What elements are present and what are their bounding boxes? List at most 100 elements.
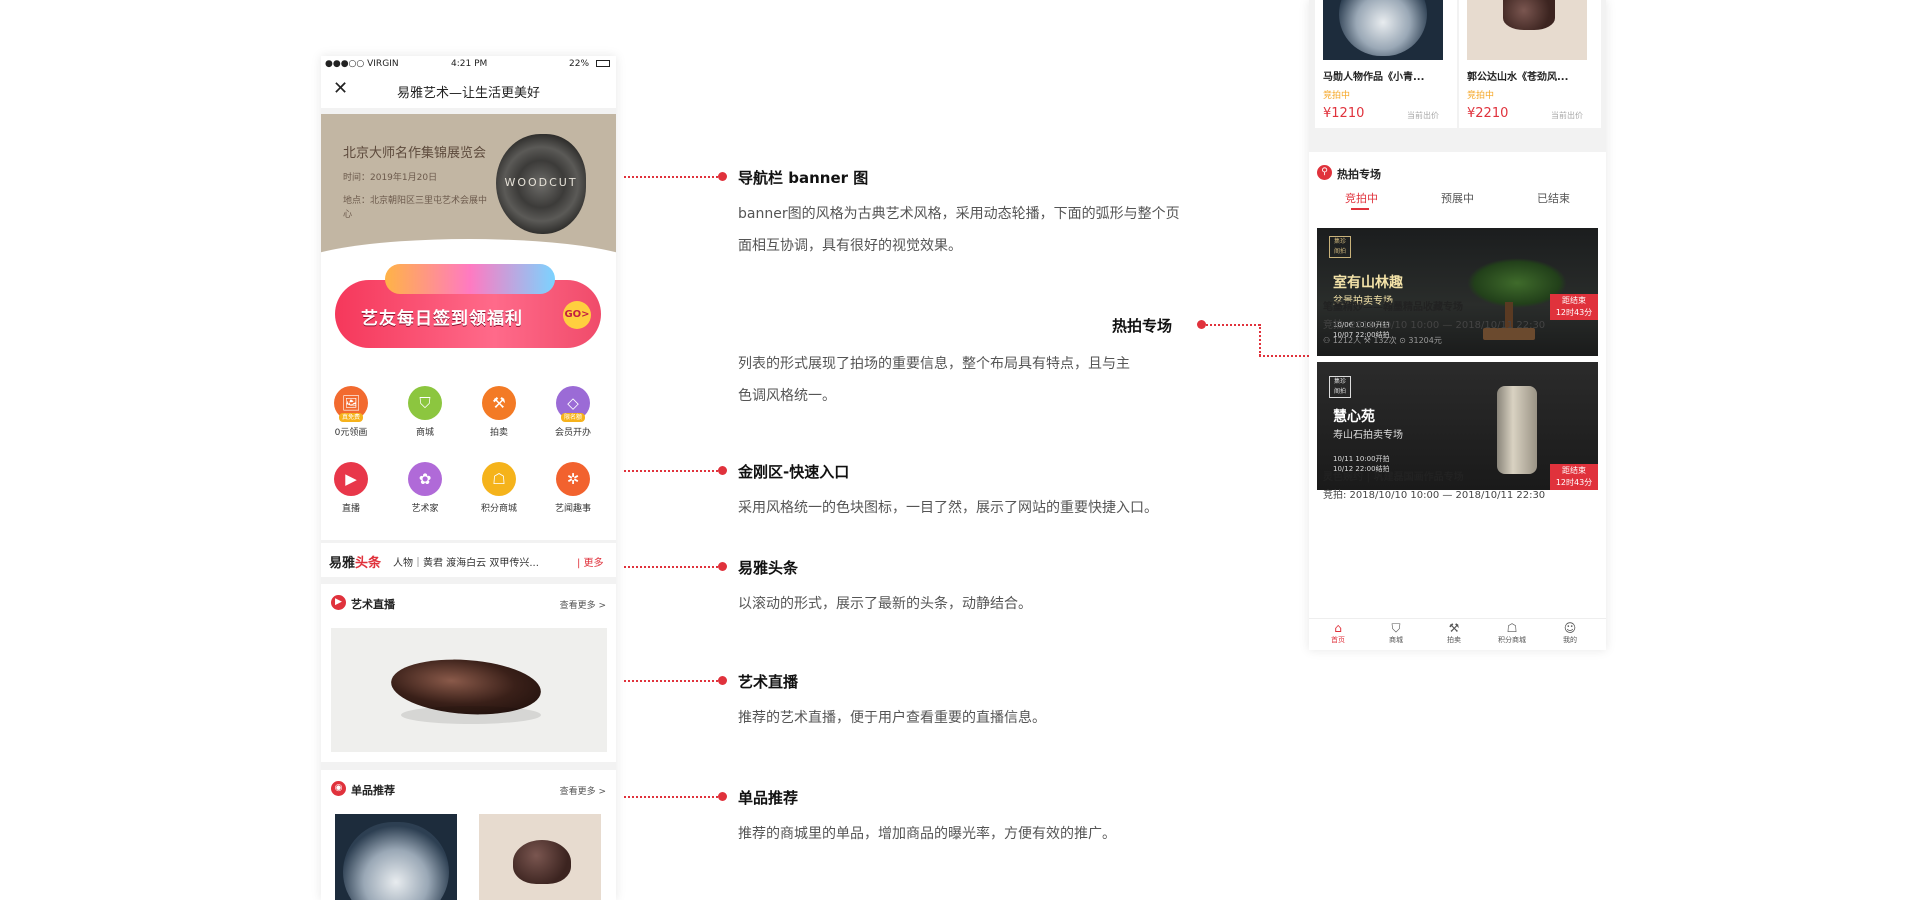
tabbar-item-1[interactable]: ⌂ 首页 bbox=[1313, 621, 1363, 645]
connector-hot-a bbox=[1206, 324, 1260, 326]
product-2-name: 郭公达山水《苍劲风... bbox=[1467, 72, 1569, 83]
quick-entry-2[interactable]: ⛉ 商城 bbox=[395, 386, 455, 438]
hot-auction-title: 热拍专场 bbox=[1337, 168, 1381, 181]
tv-icon: ▶ bbox=[334, 462, 368, 496]
product-1-note: 当前出价 bbox=[1407, 111, 1439, 120]
gift-icon: 🖼 真免费 bbox=[334, 386, 368, 422]
auction-1-time: 竞拍: 2018/10/10 10:00 — 2018/10/11 22:30 bbox=[1323, 320, 1546, 331]
promo-decoration bbox=[385, 264, 555, 294]
entry-label: 商城 bbox=[415, 428, 434, 438]
art-live-section: ▶ 艺术直播 查看更多 > bbox=[321, 584, 616, 762]
annotation-live-desc: 推荐的艺术直播，便于用户查看重要的直播信息。 bbox=[738, 710, 1046, 726]
battery-label: 22% bbox=[569, 59, 590, 69]
entry-label: 艺术家 bbox=[411, 504, 439, 514]
auction-1-title[interactable]: 笔墨精妙——翰墨精品收藏专场 bbox=[1323, 298, 1463, 313]
tab-active-underline bbox=[1351, 208, 1369, 210]
auction-logo-badge-2: 集珍 阁拍 bbox=[1329, 376, 1351, 398]
tabbar-label: 拍卖 bbox=[1447, 636, 1461, 644]
annotation-hot-desc-1: 列表的形式展现了拍场的重要信息，整个布局具有特点，且与主 bbox=[738, 356, 1130, 372]
entry-label: 0元领画 bbox=[334, 428, 368, 438]
annotation-headline-title: 易雅头条 bbox=[738, 559, 799, 577]
woodcut-overlay-text: WOODCUT bbox=[504, 176, 578, 189]
hero-banner[interactable]: 北京大师名作集锦展览会 时间：2019年1月20日 地点：北京朝阳区三里屯艺术会… bbox=[321, 114, 616, 254]
entry-badge: 真免费 bbox=[339, 413, 363, 422]
quick-entry-3[interactable]: ⚒ 拍卖 bbox=[469, 386, 529, 438]
gavel-icon: ⚒ bbox=[482, 386, 516, 420]
page-title: 易雅艺术—让生活更美好 bbox=[396, 86, 540, 101]
bag-icon: ⛉ bbox=[1391, 621, 1401, 635]
headline-more-link[interactable]: | 更多 bbox=[577, 554, 604, 569]
quick-entry-6[interactable]: ✿ 艺术家 bbox=[395, 462, 455, 514]
auction-1-img-title: 室有山林趣 bbox=[1333, 275, 1403, 291]
quick-entry-8[interactable]: ✲ 艺闻趣事 bbox=[543, 462, 603, 514]
nav-bar: ✕ 易雅艺术—让生活更美好 bbox=[321, 72, 616, 108]
tab-preview[interactable]: 预展中 bbox=[1441, 190, 1474, 206]
single-section-title: 单品推荐 bbox=[351, 784, 395, 797]
annotation-banner-desc-2: 面相互协调，具有很好的视觉效果。 bbox=[738, 238, 962, 254]
product-2-image bbox=[1467, 0, 1587, 60]
auction-2-img-sub: 寿山石拍卖专场 bbox=[1333, 430, 1403, 441]
promo-go-button[interactable]: GO> bbox=[563, 301, 591, 329]
product-row: 马勋人物作品《小青... 竞拍中 ¥1210 当前出价 郭公达山水《苍劲风...… bbox=[1309, 0, 1606, 134]
quick-entry-5[interactable]: ▶ 直播 bbox=[321, 462, 381, 514]
annotation-hot-desc-2: 色调风格统一。 bbox=[738, 388, 836, 404]
entry-label: 会员开办 bbox=[554, 428, 591, 438]
woodcut-image: WOODCUT bbox=[496, 134, 586, 234]
gavel-icon: ⚒ bbox=[1448, 621, 1460, 635]
banner-title: 北京大师名作集锦展览会 bbox=[343, 146, 487, 161]
stone-image bbox=[513, 840, 571, 884]
phone-home-screen: ●●●○○ VIRGIN 4:21 PM 22% ✕ 易雅艺术—让生活更美好 北… bbox=[321, 56, 616, 900]
bracelet-shadow bbox=[401, 706, 541, 724]
live-section-title: 艺术直播 bbox=[351, 598, 395, 611]
shoushan-stone-image bbox=[1497, 386, 1537, 474]
auction-2-title[interactable]: 灵色婉约 | 巩建磊国画作品专场 bbox=[1323, 468, 1464, 483]
headline-text[interactable]: 人物｜黄君 渡海白云 双甲传兴... bbox=[393, 554, 539, 569]
entry-label: 积分商城 bbox=[480, 504, 517, 514]
annotation-banner-desc-1: banner图的风格为古典艺术风格，采用动态轮播，下面的弧形与整个页 bbox=[738, 206, 1180, 222]
product-2-note: 当前出价 bbox=[1551, 111, 1583, 120]
connector-quick bbox=[624, 470, 718, 472]
live-thumbnail[interactable] bbox=[331, 628, 607, 752]
promo-text: 艺友每日签到领福利 bbox=[361, 309, 523, 329]
headline-bar: 易雅头条 人物｜黄君 渡海白云 双甲传兴... | 更多 bbox=[321, 543, 616, 577]
product-thumb-stone[interactable] bbox=[479, 814, 601, 900]
sand-art-image bbox=[343, 822, 449, 900]
tabbar-item-2[interactable]: ⛉ 商城 bbox=[1371, 621, 1421, 645]
quick-entry-1[interactable]: 🖼 真免费 0元领画 bbox=[321, 386, 381, 438]
basket-icon: ☖ bbox=[482, 462, 516, 496]
marker-single bbox=[718, 792, 727, 801]
product-card-1[interactable]: 马勋人物作品《小青... 竞拍中 ¥1210 当前出价 bbox=[1315, 0, 1457, 128]
tab-ended[interactable]: 已结束 bbox=[1537, 190, 1570, 206]
tabbar-label: 商城 bbox=[1389, 636, 1403, 644]
single-more-link[interactable]: 查看更多 > bbox=[560, 784, 606, 797]
daily-checkin-banner[interactable]: 艺友每日签到领福利 GO> bbox=[335, 264, 601, 348]
connector-live bbox=[624, 680, 718, 682]
tab-bidding[interactable]: 竞拍中 bbox=[1345, 190, 1378, 206]
auction-1-stats: ⚇ 1212人 ⚒ 132次 ⊙ 31204元 bbox=[1323, 336, 1442, 345]
live-more-link[interactable]: 查看更多 > bbox=[560, 598, 606, 611]
quick-entry-4[interactable]: ◇ 限名额 会员开办 bbox=[543, 386, 603, 438]
bag-icon: ⛉ bbox=[408, 386, 442, 420]
marker-live bbox=[718, 676, 727, 685]
connector-single bbox=[624, 796, 718, 798]
product-thumb-sand[interactable] bbox=[335, 814, 457, 900]
annotation-quick-title: 金刚区-快速入口 bbox=[738, 463, 850, 481]
hot-auction-section: ⚲ 热拍专场 竞拍中 预展中 已结束 集珍 阁拍 室有山林趣 盆景拍卖专场 10/… bbox=[1309, 152, 1606, 618]
tabbar-item-5[interactable]: ☺ 我的 bbox=[1545, 621, 1595, 645]
bottom-tab-bar: ⌂ 首页 ⛉ 商城 ⚒ 拍卖 ☖ 积分商城 ☺ 我的 bbox=[1309, 618, 1606, 650]
clock-label: 4:21 PM bbox=[451, 59, 488, 69]
battery-icon bbox=[596, 60, 610, 67]
carrier-label: ●●●○○ VIRGIN bbox=[325, 59, 399, 69]
product-2-status: 竞拍中 bbox=[1467, 91, 1495, 101]
tabbar-item-3[interactable]: ⚒ 拍卖 bbox=[1429, 621, 1479, 645]
entry-label: 拍卖 bbox=[489, 428, 508, 438]
marker-hot bbox=[1197, 320, 1206, 329]
phone-auction-screen: 马勋人物作品《小青... 竞拍中 ¥1210 当前出价 郭公达山水《苍劲风...… bbox=[1309, 0, 1606, 650]
product-card-2[interactable]: 郭公达山水《苍劲风... 竞拍中 ¥2210 当前出价 bbox=[1459, 0, 1601, 128]
product-1-status: 竞拍中 bbox=[1323, 91, 1351, 101]
entry-label: 艺闻趣事 bbox=[554, 504, 591, 514]
auction-2-end-tag: 距结束 12时43分 bbox=[1550, 464, 1598, 490]
quick-entry-7[interactable]: ☖ 积分商城 bbox=[469, 462, 529, 514]
connector-banner bbox=[624, 176, 718, 178]
tabbar-item-4[interactable]: ☖ 积分商城 bbox=[1487, 621, 1537, 645]
